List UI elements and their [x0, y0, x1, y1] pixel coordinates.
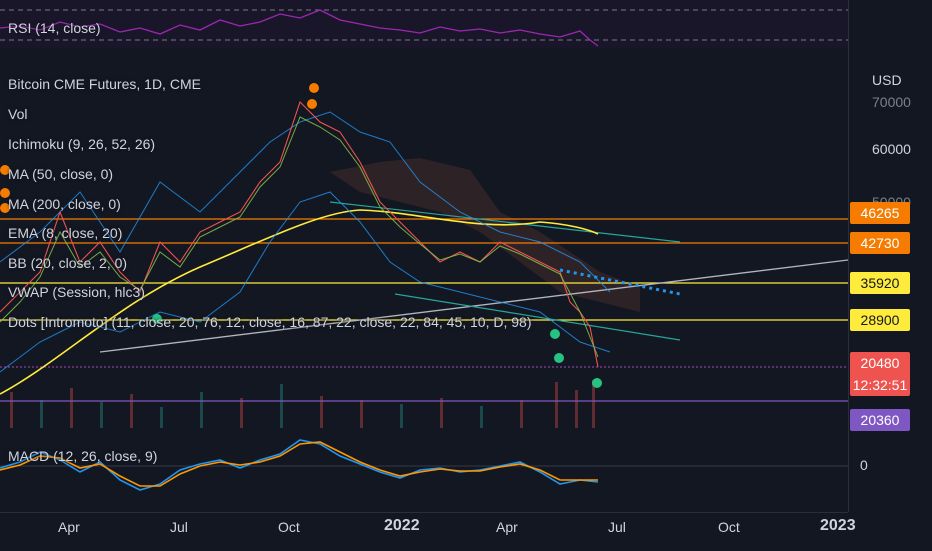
price-tag-28900: 28900	[850, 309, 910, 331]
indicator-ema[interactable]: EMA (8, close, 20)	[8, 225, 122, 241]
main-chart-pane[interactable]: Bitcoin CME Futures, 1D, CME Vol Ichimok…	[0, 62, 849, 430]
time-tick: Jul	[170, 519, 188, 535]
time-tick: Oct	[718, 519, 740, 535]
rsi-legend: RSI (14, close)	[8, 20, 101, 36]
last-price-tag: 20480	[850, 352, 910, 374]
dot-green	[550, 329, 560, 339]
indicator-bb[interactable]: BB (20, close, 2, 0)	[8, 255, 127, 271]
indicator-ma-50[interactable]: MA (50, close, 0)	[8, 166, 113, 182]
dot-orange	[307, 99, 317, 109]
indicator-ichimoku[interactable]: Ichimoku (9, 26, 52, 26)	[8, 136, 155, 152]
time-tick: Oct	[278, 519, 300, 535]
dot-orange	[309, 83, 319, 93]
chart-title[interactable]: Bitcoin CME Futures, 1D, CME	[8, 76, 201, 92]
macd-pane[interactable]: MACD (12, 26, close, 9)	[0, 432, 848, 512]
ichimoku-cloud	[330, 158, 640, 312]
indicator-dots[interactable]: Dots [Intromoto] (11, close, 20, 76, 12,…	[8, 314, 531, 330]
price-chart	[0, 83, 849, 428]
time-tick: Apr	[496, 519, 518, 535]
time-tick-year: 2022	[384, 517, 420, 534]
price-tag-20360: 20360	[850, 409, 910, 431]
price-tag-46265: 46265	[850, 202, 910, 224]
currency-label: USD	[872, 72, 902, 88]
indicator-vol[interactable]: Vol	[8, 106, 27, 122]
macd-legend: MACD (12, 26, close, 9)	[8, 448, 158, 464]
dot-green	[554, 353, 564, 363]
indicator-ma-200[interactable]: MA (200, close, 0)	[8, 196, 121, 212]
countdown-tag: 12:32:51	[850, 374, 910, 396]
rsi-pane[interactable]: RSI (14, close)	[0, 0, 848, 48]
price-tag-42730: 42730	[850, 232, 910, 254]
trendline-grey	[99, 259, 849, 353]
time-tick: Apr	[58, 519, 80, 535]
price-tick: 60000	[872, 141, 911, 157]
macd-plot	[0, 439, 848, 491]
price-tag-35920: 35920	[850, 272, 910, 294]
time-tick: Jul	[608, 519, 626, 535]
macd-zero-tick: 0	[860, 457, 868, 473]
price-tick: 70000	[872, 94, 911, 110]
indicator-vwap[interactable]: VWAP (Session, hlc3)	[8, 284, 145, 300]
dot-green	[592, 378, 602, 388]
time-tick-year: 2023	[820, 517, 856, 534]
rsi-plot	[0, 0, 848, 48]
volume-bars	[10, 380, 595, 428]
